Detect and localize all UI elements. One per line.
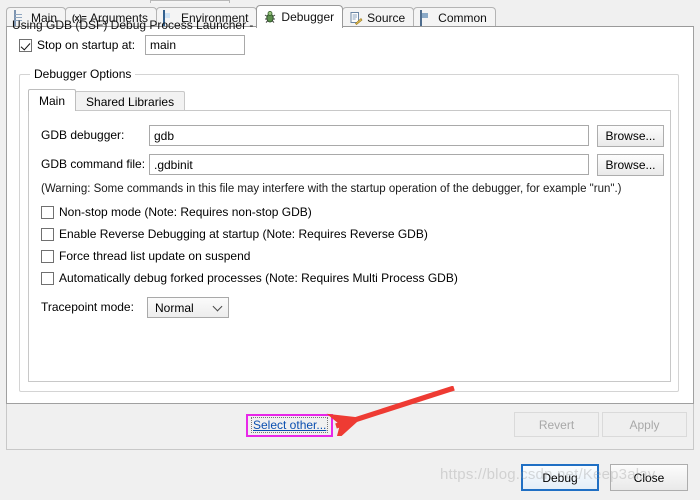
stop-on-startup-label: Stop on startup at: xyxy=(37,38,136,52)
apply-button[interactable]: Apply xyxy=(602,412,687,437)
gdb-debugger-label: GDB debugger: xyxy=(41,128,125,142)
tab-common[interactable]: Common xyxy=(413,7,496,28)
inner-tab-shared-libraries[interactable]: Shared Libraries xyxy=(75,91,186,111)
reverse-debugging-label: Enable Reverse Debugging at startup (Not… xyxy=(59,227,428,241)
tracepoint-mode-value: Normal xyxy=(155,300,194,315)
auto-debug-forked-processes-label: Automatically debug forked processes (No… xyxy=(59,271,458,285)
launcher-description: Using GDB (DSF) Debug Process Launcher - xyxy=(12,18,254,32)
gdb-debugger-input[interactable] xyxy=(149,125,589,146)
gdb-command-file-browse-button[interactable]: Browse... xyxy=(597,154,664,176)
debugger-tab-panel: Stop on startup at: Debugger Options Mai… xyxy=(6,26,694,404)
tracepoint-mode-row: Tracepoint mode: Normal xyxy=(29,297,670,319)
revert-label: Revert xyxy=(538,417,575,432)
revert-button[interactable]: Revert xyxy=(514,412,599,437)
stop-on-startup-row[interactable]: Stop on startup at: xyxy=(19,38,135,52)
auto-debug-forked-processes-checkbox[interactable] xyxy=(41,271,54,285)
tab-source[interactable]: Source xyxy=(342,7,415,28)
inner-tab-main[interactable]: Main xyxy=(28,89,77,111)
select-other-link[interactable]: Select other... xyxy=(253,418,326,432)
apply-label: Apply xyxy=(629,417,660,432)
gdb-debugger-browse-button[interactable]: Browse... xyxy=(597,125,664,147)
auto-debug-forked-processes-row[interactable]: Automatically debug forked processes (No… xyxy=(41,271,458,285)
force-thread-list-update-label: Force thread list update on suspend xyxy=(59,249,251,263)
tracepoint-mode-label: Tracepoint mode: xyxy=(41,300,134,314)
non-stop-mode-label: Non-stop mode (Note: Requires non-stop G… xyxy=(59,205,312,219)
watermark-text: https://blog.csdn.net/Keep3alay xyxy=(440,466,656,483)
tracepoint-mode-dropdown[interactable]: Normal xyxy=(147,297,229,318)
inner-tab-label: Shared Libraries xyxy=(86,94,175,109)
gdb-command-file-label: GDB command file: xyxy=(41,157,146,171)
debugger-options-tabs: Main Shared Libraries xyxy=(28,89,186,111)
inner-tab-label: Main xyxy=(39,93,66,108)
stop-on-startup-checkbox[interactable] xyxy=(19,38,32,52)
debugger-options-title: Debugger Options xyxy=(30,67,136,81)
tab-label: Debugger xyxy=(281,10,335,24)
debug-configuration-dialog: Main (x)= Arguments Environment Debugger xyxy=(0,0,700,500)
select-other-highlight: Select other... xyxy=(246,414,334,437)
gdb-debugger-row: GDB debugger: Browse... xyxy=(29,125,670,147)
select-other-focus-ring: Select other... xyxy=(251,417,329,433)
bug-icon xyxy=(263,10,277,24)
tab-label: Common xyxy=(438,11,487,25)
gdb-command-file-row: GDB command file: Browse... xyxy=(29,154,670,176)
force-thread-list-update-row[interactable]: Force thread list update on suspend xyxy=(41,249,250,263)
gdb-command-file-warning: (Warning: Some commands in this file may… xyxy=(41,183,622,195)
common-window-icon xyxy=(420,10,434,26)
reverse-debugging-row[interactable]: Enable Reverse Debugging at startup (Not… xyxy=(41,227,428,241)
reverse-debugging-checkbox[interactable] xyxy=(41,227,54,241)
window-top-edge xyxy=(150,0,230,3)
tab-debugger[interactable]: Debugger xyxy=(256,5,344,28)
tab-label: Source xyxy=(367,11,406,25)
non-stop-mode-checkbox[interactable] xyxy=(41,205,54,219)
chevron-down-icon xyxy=(212,301,223,312)
source-folder-icon xyxy=(349,11,363,25)
browse-label: Browse... xyxy=(605,158,656,172)
non-stop-mode-row[interactable]: Non-stop mode (Note: Requires non-stop G… xyxy=(41,205,312,219)
stop-on-startup-input[interactable] xyxy=(145,35,245,55)
gdb-command-file-input[interactable] xyxy=(149,154,589,175)
debugger-main-subtab-panel: GDB debugger: Browse... GDB command file… xyxy=(28,110,671,382)
browse-label: Browse... xyxy=(605,129,656,143)
force-thread-list-update-checkbox[interactable] xyxy=(41,249,54,263)
debugger-options-group: Debugger Options Main Shared Libraries G… xyxy=(19,67,679,392)
